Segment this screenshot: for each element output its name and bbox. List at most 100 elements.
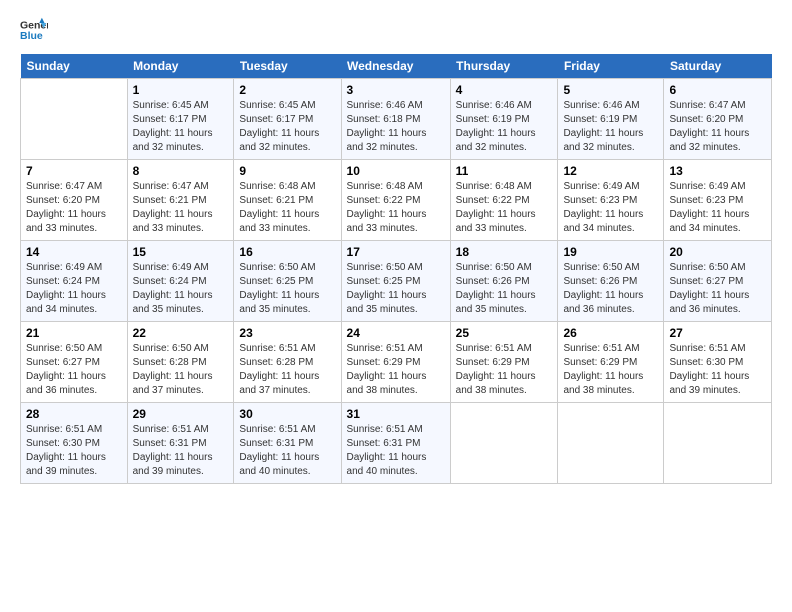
calendar-cell: 27 Sunrise: 6:51 AMSunset: 6:30 PMDaylig… (664, 322, 772, 403)
calendar-cell (664, 403, 772, 484)
day-number: 28 (26, 407, 122, 421)
sunrise-info: Sunrise: 6:50 AMSunset: 6:25 PMDaylight:… (347, 262, 427, 315)
week-row-3: 14 Sunrise: 6:49 AMSunset: 6:24 PMDaylig… (21, 241, 772, 322)
calendar-cell: 16 Sunrise: 6:50 AMSunset: 6:25 PMDaylig… (234, 241, 341, 322)
calendar-cell: 2 Sunrise: 6:45 AMSunset: 6:17 PMDayligh… (234, 79, 341, 160)
day-number: 23 (239, 326, 335, 340)
col-header-saturday: Saturday (664, 54, 772, 79)
calendar-cell: 11 Sunrise: 6:48 AMSunset: 6:22 PMDaylig… (450, 160, 558, 241)
calendar-cell: 19 Sunrise: 6:50 AMSunset: 6:26 PMDaylig… (558, 241, 664, 322)
day-number: 27 (669, 326, 766, 340)
sunrise-info: Sunrise: 6:50 AMSunset: 6:25 PMDaylight:… (239, 262, 319, 315)
day-number: 4 (456, 83, 553, 97)
day-number: 7 (26, 164, 122, 178)
calendar-cell: 13 Sunrise: 6:49 AMSunset: 6:23 PMDaylig… (664, 160, 772, 241)
calendar-cell: 17 Sunrise: 6:50 AMSunset: 6:25 PMDaylig… (341, 241, 450, 322)
sunrise-info: Sunrise: 6:45 AMSunset: 6:17 PMDaylight:… (133, 100, 213, 153)
sunrise-info: Sunrise: 6:49 AMSunset: 6:23 PMDaylight:… (563, 181, 643, 234)
calendar-cell: 21 Sunrise: 6:50 AMSunset: 6:27 PMDaylig… (21, 322, 128, 403)
sunrise-info: Sunrise: 6:47 AMSunset: 6:20 PMDaylight:… (669, 100, 749, 153)
calendar-cell (21, 79, 128, 160)
col-header-sunday: Sunday (21, 54, 128, 79)
day-number: 8 (133, 164, 229, 178)
col-header-friday: Friday (558, 54, 664, 79)
day-number: 26 (563, 326, 658, 340)
logo-icon: General Blue (20, 16, 48, 44)
sunrise-info: Sunrise: 6:50 AMSunset: 6:28 PMDaylight:… (133, 343, 213, 396)
calendar-cell: 15 Sunrise: 6:49 AMSunset: 6:24 PMDaylig… (127, 241, 234, 322)
day-number: 30 (239, 407, 335, 421)
day-number: 13 (669, 164, 766, 178)
calendar-cell: 29 Sunrise: 6:51 AMSunset: 6:31 PMDaylig… (127, 403, 234, 484)
day-number: 24 (347, 326, 445, 340)
sunrise-info: Sunrise: 6:51 AMSunset: 6:30 PMDaylight:… (669, 343, 749, 396)
calendar-cell: 5 Sunrise: 6:46 AMSunset: 6:19 PMDayligh… (558, 79, 664, 160)
day-number: 10 (347, 164, 445, 178)
sunrise-info: Sunrise: 6:51 AMSunset: 6:31 PMDaylight:… (239, 424, 319, 477)
sunrise-info: Sunrise: 6:46 AMSunset: 6:19 PMDaylight:… (456, 100, 536, 153)
calendar-cell: 26 Sunrise: 6:51 AMSunset: 6:29 PMDaylig… (558, 322, 664, 403)
calendar-cell: 8 Sunrise: 6:47 AMSunset: 6:21 PMDayligh… (127, 160, 234, 241)
calendar-cell (450, 403, 558, 484)
week-row-1: 1 Sunrise: 6:45 AMSunset: 6:17 PMDayligh… (21, 79, 772, 160)
week-row-4: 21 Sunrise: 6:50 AMSunset: 6:27 PMDaylig… (21, 322, 772, 403)
calendar-cell: 6 Sunrise: 6:47 AMSunset: 6:20 PMDayligh… (664, 79, 772, 160)
calendar-cell: 18 Sunrise: 6:50 AMSunset: 6:26 PMDaylig… (450, 241, 558, 322)
col-header-wednesday: Wednesday (341, 54, 450, 79)
day-number: 3 (347, 83, 445, 97)
calendar-cell (558, 403, 664, 484)
calendar-cell: 4 Sunrise: 6:46 AMSunset: 6:19 PMDayligh… (450, 79, 558, 160)
sunrise-info: Sunrise: 6:51 AMSunset: 6:31 PMDaylight:… (133, 424, 213, 477)
logo: General Blue (20, 16, 52, 44)
day-number: 11 (456, 164, 553, 178)
calendar-cell: 24 Sunrise: 6:51 AMSunset: 6:29 PMDaylig… (341, 322, 450, 403)
col-header-monday: Monday (127, 54, 234, 79)
day-number: 16 (239, 245, 335, 259)
sunrise-info: Sunrise: 6:47 AMSunset: 6:21 PMDaylight:… (133, 181, 213, 234)
col-header-tuesday: Tuesday (234, 54, 341, 79)
sunrise-info: Sunrise: 6:46 AMSunset: 6:19 PMDaylight:… (563, 100, 643, 153)
header-row: SundayMondayTuesdayWednesdayThursdayFrid… (21, 54, 772, 79)
sunrise-info: Sunrise: 6:48 AMSunset: 6:21 PMDaylight:… (239, 181, 319, 234)
calendar-cell: 22 Sunrise: 6:50 AMSunset: 6:28 PMDaylig… (127, 322, 234, 403)
svg-text:Blue: Blue (20, 30, 43, 42)
sunrise-info: Sunrise: 6:47 AMSunset: 6:20 PMDaylight:… (26, 181, 106, 234)
day-number: 22 (133, 326, 229, 340)
col-header-thursday: Thursday (450, 54, 558, 79)
day-number: 15 (133, 245, 229, 259)
day-number: 31 (347, 407, 445, 421)
calendar-cell: 31 Sunrise: 6:51 AMSunset: 6:31 PMDaylig… (341, 403, 450, 484)
sunrise-info: Sunrise: 6:45 AMSunset: 6:17 PMDaylight:… (239, 100, 319, 153)
calendar-cell: 1 Sunrise: 6:45 AMSunset: 6:17 PMDayligh… (127, 79, 234, 160)
day-number: 19 (563, 245, 658, 259)
sunrise-info: Sunrise: 6:51 AMSunset: 6:29 PMDaylight:… (563, 343, 643, 396)
sunrise-info: Sunrise: 6:49 AMSunset: 6:24 PMDaylight:… (26, 262, 106, 315)
calendar-cell: 28 Sunrise: 6:51 AMSunset: 6:30 PMDaylig… (21, 403, 128, 484)
day-number: 21 (26, 326, 122, 340)
sunrise-info: Sunrise: 6:51 AMSunset: 6:29 PMDaylight:… (456, 343, 536, 396)
sunrise-info: Sunrise: 6:51 AMSunset: 6:29 PMDaylight:… (347, 343, 427, 396)
calendar-table: SundayMondayTuesdayWednesdayThursdayFrid… (20, 54, 772, 484)
sunrise-info: Sunrise: 6:50 AMSunset: 6:27 PMDaylight:… (669, 262, 749, 315)
calendar-cell: 12 Sunrise: 6:49 AMSunset: 6:23 PMDaylig… (558, 160, 664, 241)
day-number: 14 (26, 245, 122, 259)
day-number: 2 (239, 83, 335, 97)
calendar-cell: 3 Sunrise: 6:46 AMSunset: 6:18 PMDayligh… (341, 79, 450, 160)
week-row-2: 7 Sunrise: 6:47 AMSunset: 6:20 PMDayligh… (21, 160, 772, 241)
day-number: 29 (133, 407, 229, 421)
calendar-cell: 23 Sunrise: 6:51 AMSunset: 6:28 PMDaylig… (234, 322, 341, 403)
day-number: 20 (669, 245, 766, 259)
sunrise-info: Sunrise: 6:49 AMSunset: 6:23 PMDaylight:… (669, 181, 749, 234)
day-number: 18 (456, 245, 553, 259)
sunrise-info: Sunrise: 6:51 AMSunset: 6:28 PMDaylight:… (239, 343, 319, 396)
sunrise-info: Sunrise: 6:51 AMSunset: 6:30 PMDaylight:… (26, 424, 106, 477)
day-number: 12 (563, 164, 658, 178)
calendar-cell: 7 Sunrise: 6:47 AMSunset: 6:20 PMDayligh… (21, 160, 128, 241)
day-number: 25 (456, 326, 553, 340)
sunrise-info: Sunrise: 6:46 AMSunset: 6:18 PMDaylight:… (347, 100, 427, 153)
day-number: 6 (669, 83, 766, 97)
calendar-page: General Blue SundayMondayTuesdayWednesda… (0, 0, 792, 612)
calendar-cell: 14 Sunrise: 6:49 AMSunset: 6:24 PMDaylig… (21, 241, 128, 322)
calendar-cell: 9 Sunrise: 6:48 AMSunset: 6:21 PMDayligh… (234, 160, 341, 241)
day-number: 1 (133, 83, 229, 97)
